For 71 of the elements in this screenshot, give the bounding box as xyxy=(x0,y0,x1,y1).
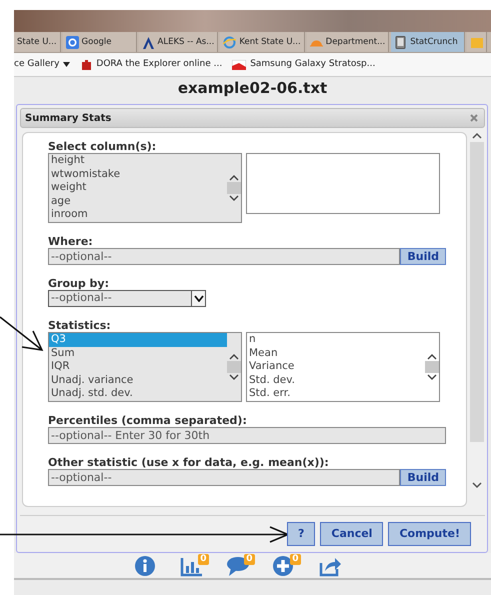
puzzle-icon xyxy=(80,58,92,70)
bookmark[interactable]: ce Gallery xyxy=(14,58,70,72)
bookmark[interactable]: Samsung Galaxy Stratosp... xyxy=(232,58,376,72)
build-button[interactable]: Build xyxy=(400,469,446,486)
google-icon xyxy=(66,36,79,49)
field-label: Other statistic (use x for data, e.g. mean(x)): xyxy=(48,456,330,469)
scroll-down-icon xyxy=(472,482,482,489)
browser-e-icon xyxy=(223,36,236,49)
field-label: Statistics: xyxy=(48,319,112,332)
scroll-down-icon xyxy=(427,374,437,380)
list-option[interactable]: Unadj. std. dev. xyxy=(49,387,227,401)
field-label: Select column(s): xyxy=(48,140,158,153)
input-field[interactable]: --optional-- Enter 30 for 30th xyxy=(48,427,446,444)
dialog-button[interactable]: ? xyxy=(286,522,316,546)
count-badge: 0 xyxy=(290,554,300,564)
scroll-up-icon xyxy=(229,354,239,360)
list-option[interactable]: Std. dev. xyxy=(247,374,425,388)
field-label: Where: xyxy=(48,235,94,248)
scroll-up-icon xyxy=(229,175,239,181)
list-box[interactable]: n Mean Variance Std. dev. Std. err. xyxy=(246,332,440,402)
input-field[interactable]: --optional-- xyxy=(48,248,400,265)
browser-tab[interactable]: Department... xyxy=(306,32,390,52)
input-field[interactable]: --optional-- xyxy=(48,469,400,486)
list-option[interactable]: age xyxy=(49,194,227,208)
count-badge: 0 xyxy=(198,554,208,564)
dialog-title: Summary Stats xyxy=(25,112,112,126)
page-title: example02-06.txt xyxy=(14,77,491,100)
dialog-button[interactable]: Compute! xyxy=(388,522,471,546)
browser-tab[interactable]: Kent State U... xyxy=(220,32,305,52)
count-badge: 0 xyxy=(244,554,254,564)
field-label: Group by: xyxy=(48,277,110,290)
list-option[interactable]: Mean xyxy=(247,346,425,360)
scrollbar-thumb[interactable] xyxy=(227,361,241,373)
info-icon[interactable] xyxy=(134,554,158,576)
list-box[interactable] xyxy=(246,153,440,214)
chevron-down-icon xyxy=(194,295,204,302)
tablet-icon xyxy=(394,36,408,49)
scroll-down-icon xyxy=(229,374,239,380)
list-option[interactable]: n xyxy=(247,333,425,347)
list-option[interactable]: Variance xyxy=(247,360,425,374)
list-option[interactable]: wtwomistake xyxy=(49,168,227,182)
caret-icon xyxy=(63,62,70,67)
browser-tab[interactable]: ALEKS -- As... xyxy=(138,32,218,52)
scroll-up-icon xyxy=(427,354,437,360)
scrollbar-thumb[interactable] xyxy=(425,361,439,373)
scroll-down-icon xyxy=(229,195,239,201)
list-option[interactable]: Std. err. xyxy=(247,387,425,401)
list-option[interactable]: inroom xyxy=(49,208,227,222)
bookmark[interactable]: DORA the Explorer online ... xyxy=(80,58,222,72)
list-option[interactable]: height xyxy=(49,154,227,168)
dialog-button[interactable]: Cancel xyxy=(320,522,384,546)
scrollbar-thumb[interactable] xyxy=(227,182,241,194)
dropdown[interactable]: --optional-- xyxy=(48,290,206,307)
browser-tab[interactable]: Google xyxy=(62,32,137,52)
list-box[interactable]: height wtwomistake weight age inroom xyxy=(48,153,242,223)
flag-icon xyxy=(232,60,246,70)
scrollbar-thumb[interactable] xyxy=(470,142,484,442)
folder-icon xyxy=(470,36,484,49)
build-button[interactable]: Build xyxy=(400,248,446,265)
field-label: Percentiles (comma separated): xyxy=(48,414,248,427)
list-option[interactable]: IQR xyxy=(49,360,227,374)
letter-a-icon xyxy=(142,36,155,49)
close-icon[interactable] xyxy=(468,112,480,124)
scroll-up-icon xyxy=(472,132,482,139)
list-option[interactable]: Unadj. variance xyxy=(49,374,227,388)
annotation-arrow xyxy=(0,316,44,351)
browser-tab[interactable]: StatCrunch xyxy=(391,32,466,52)
browser-tab[interactable]: State U... xyxy=(14,32,61,52)
list-box[interactable]: Q3 Sum IQR Unadj. variance Unadj. std. dev. xyxy=(48,332,242,402)
list-option[interactable]: weight xyxy=(49,181,227,195)
list-option[interactable]: Sum xyxy=(49,346,227,360)
